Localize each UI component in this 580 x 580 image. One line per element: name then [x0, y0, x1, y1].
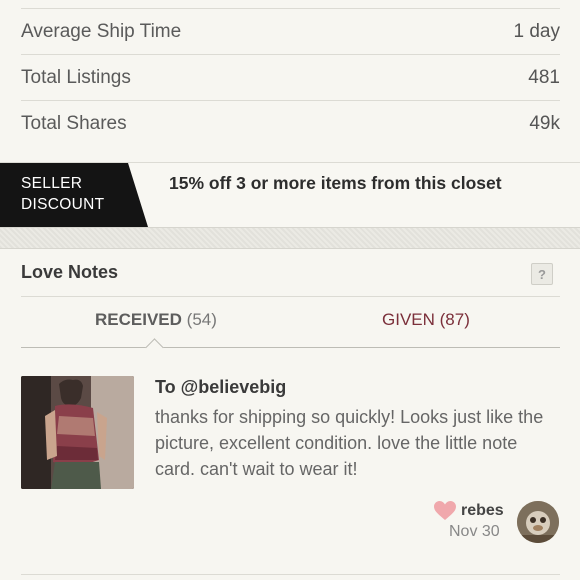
seller-discount-tag: SELLER DISCOUNT: [0, 163, 148, 227]
stat-row-total-shares: Total Shares 49k: [21, 100, 560, 147]
tab-given-label: GIVEN: [382, 310, 435, 329]
listing-thumbnail[interactable]: [21, 376, 134, 489]
stat-row-total-listings: Total Listings 481: [21, 54, 560, 101]
heart-icon: [434, 501, 456, 521]
stat-label: Average Ship Time: [21, 21, 182, 42]
seller-discount-banner: SELLER DISCOUNT 15% off 3 or more items …: [0, 163, 580, 227]
love-notes-title: Love Notes: [21, 262, 119, 282]
seller-discount-tag-line2: DISCOUNT: [21, 196, 105, 213]
tab-given-count: (87): [439, 310, 470, 329]
stat-label: Total Shares: [21, 113, 127, 134]
stat-value: 481: [528, 67, 560, 88]
note-recipient[interactable]: To @believebig: [155, 377, 286, 398]
stat-value: 1 day: [513, 21, 560, 42]
tab-given[interactable]: GIVEN (87): [382, 310, 470, 330]
note-author[interactable]: rebes: [461, 502, 504, 520]
tabs-bottom-divider: [21, 347, 560, 348]
note-bottom-divider: [21, 574, 560, 575]
seller-discount-text: 15% off 3 or more items from this closet: [169, 173, 502, 193]
tab-received-count: (54): [186, 310, 217, 329]
note-message: thanks for shipping so quickly! Looks ju…: [155, 407, 544, 479]
seller-discount-tag-line1: SELLER: [21, 175, 83, 192]
tab-received-label: RECEIVED: [95, 310, 182, 329]
note-date: Nov 30: [449, 523, 500, 540]
stat-value: 49k: [529, 113, 560, 134]
section-separator: [0, 227, 580, 249]
stat-row-ship-time: Average Ship Time 1 day: [21, 8, 560, 55]
avatar[interactable]: [517, 501, 559, 543]
tab-received[interactable]: RECEIVED (54): [95, 310, 217, 330]
stat-label: Total Listings: [21, 67, 131, 88]
tabs-top-divider: [21, 296, 560, 297]
active-tab-caret: [145, 338, 164, 357]
help-icon[interactable]: ?: [531, 263, 553, 285]
